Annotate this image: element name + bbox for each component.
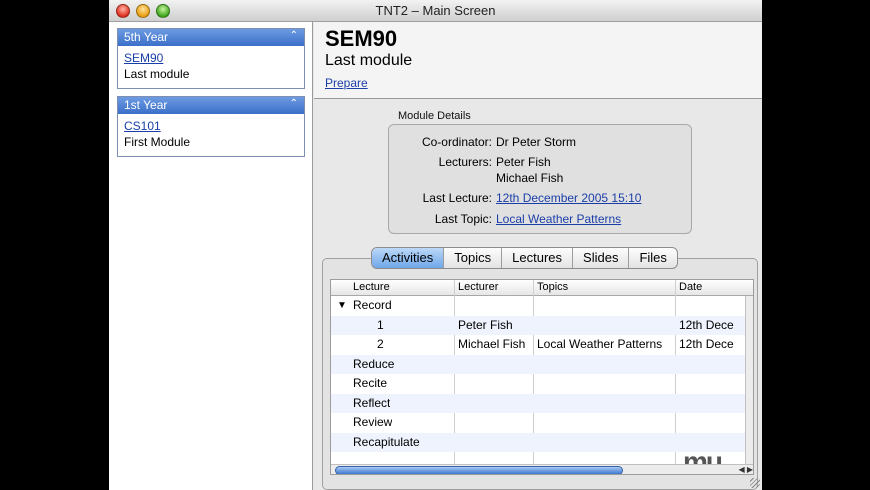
date-cell: 12th Dece xyxy=(679,337,734,351)
card-header-label: 5th Year xyxy=(124,30,169,44)
collapse-chevron-icon[interactable]: ⌃ xyxy=(290,98,298,109)
table-row[interactable]: 1 Peter Fish 12th Dece xyxy=(331,315,745,335)
module-details-box: Co-ordinator: Dr Peter Storm Lecturers: … xyxy=(388,124,692,234)
tab-lectures[interactable]: Lectures xyxy=(502,248,574,268)
last-topic-label: Last Topic: xyxy=(434,212,492,226)
lecture-cell: Recapitulate xyxy=(353,434,420,449)
main-panel: SEM90 Last module Prepare Module Details… xyxy=(314,22,762,490)
topics-cell: Local Weather Patterns xyxy=(537,337,663,351)
lecturer-cell: Michael Fish xyxy=(458,337,526,351)
column-header-date[interactable]: Date xyxy=(679,281,702,293)
module-link-sem90[interactable]: SEM90 xyxy=(124,50,298,66)
lecture-cell: 1 xyxy=(377,317,384,332)
lecture-cell: Record xyxy=(353,298,392,312)
module-header: SEM90 Last module Prepare xyxy=(314,22,762,99)
horizontal-scroll-thumb[interactable] xyxy=(335,466,623,474)
lecture-cell: Reflect xyxy=(353,395,391,410)
activities-table: Lecture Lecturer Topics Date ▼ Record 1 … xyxy=(330,279,754,475)
coordinator-value: Dr Peter Storm xyxy=(496,135,577,149)
last-topic-link[interactable]: Local Weather Patterns xyxy=(496,212,621,226)
lecture-cell: 2 xyxy=(377,337,384,351)
tab-pane: Lecture Lecturer Topics Date ▼ Record 1 … xyxy=(322,258,758,490)
module-card-sem90: 5th Year ⌃ SEM90 Last module xyxy=(117,28,305,89)
lecturers-label: Lecturers: xyxy=(438,155,492,169)
module-code: SEM90 xyxy=(325,26,398,51)
table-row[interactable]: 2 Michael Fish Local Weather Patterns 12… xyxy=(331,335,745,355)
tab-files[interactable]: Files xyxy=(629,248,676,268)
module-name: Last module xyxy=(124,67,190,81)
card-header[interactable]: 5th Year ⌃ xyxy=(118,29,304,46)
card-header-label: 1st Year xyxy=(124,98,168,112)
card-header[interactable]: 1st Year ⌃ xyxy=(118,97,304,114)
lecture-cell: Recite xyxy=(353,376,388,390)
tab-activities[interactable]: Activities xyxy=(372,248,445,268)
module-link-cs101[interactable]: CS101 xyxy=(124,118,298,134)
resize-grip-icon[interactable] xyxy=(750,478,760,488)
column-header-topics[interactable]: Topics xyxy=(537,281,568,293)
sidebar: 5th Year ⌃ SEM90 Last module 1st Year ⌃ … xyxy=(109,22,313,490)
title-bar[interactable]: TNT2 – Main Screen xyxy=(109,0,762,22)
date-cell: 12th Dece xyxy=(679,317,734,332)
table-row[interactable]: Reflect xyxy=(331,393,745,413)
tab-topics[interactable]: Topics xyxy=(444,248,503,268)
lecturer-value: Peter Fish xyxy=(496,155,551,169)
lecture-cell: Reduce xyxy=(353,356,395,371)
table-row[interactable]: Review xyxy=(331,413,745,433)
scroll-arrows-icon[interactable]: ◀ ▶ xyxy=(738,465,753,474)
module-title: Last module xyxy=(325,52,413,69)
lecturer-value: Michael Fish xyxy=(496,171,564,185)
tab-bar: Activities Topics Lectures Slides Files xyxy=(371,247,678,269)
horizontal-scrollbar[interactable]: ◀ ▶ xyxy=(331,464,753,474)
vertical-scrollbar[interactable] xyxy=(745,296,753,464)
window-title: TNT2 – Main Screen xyxy=(375,3,496,18)
disclosure-triangle-icon[interactable]: ▼ xyxy=(337,300,347,311)
collapse-chevron-icon[interactable]: ⌃ xyxy=(290,30,298,41)
column-header-lecture[interactable]: Lecture xyxy=(353,281,390,293)
main-window: TNT2 – Main Screen 5th Year ⌃ SEM90 Last… xyxy=(109,0,762,490)
tab-slides[interactable]: Slides xyxy=(573,248,630,268)
lecturer-cell: Peter Fish xyxy=(458,317,513,332)
table-row[interactable]: Reduce xyxy=(331,354,745,374)
module-details-label: Module Details xyxy=(398,110,471,122)
table-header: Lecture Lecturer Topics Date xyxy=(331,280,753,296)
module-name: First Module xyxy=(124,135,191,149)
lecture-cell: Review xyxy=(353,415,393,429)
last-lecture-label: Last Lecture: xyxy=(422,191,492,205)
coordinator-label: Co-ordinator: xyxy=(421,135,492,149)
column-header-lecturer[interactable]: Lecturer xyxy=(458,281,498,293)
prepare-link[interactable]: Prepare xyxy=(325,76,368,90)
module-card-cs101: 1st Year ⌃ CS101 First Module xyxy=(117,96,305,157)
last-lecture-link[interactable]: 12th December 2005 15:10 xyxy=(496,191,641,205)
table-row[interactable]: ▼ Record xyxy=(331,296,745,316)
table-row[interactable]: Recite xyxy=(331,374,745,394)
